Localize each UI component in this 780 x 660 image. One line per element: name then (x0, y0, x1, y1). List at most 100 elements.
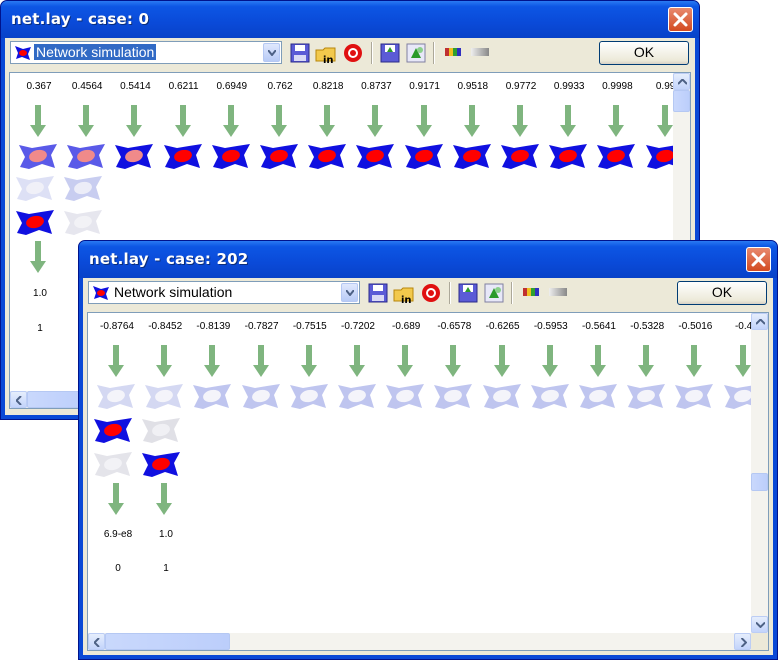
down-arrow-icon (108, 345, 124, 377)
input-unit[interactable] (63, 209, 103, 237)
svg-text:in: in (401, 295, 412, 304)
gray-scale-icon[interactable] (469, 46, 491, 58)
dropdown-button[interactable] (263, 43, 280, 62)
load-icon[interactable]: in (393, 282, 415, 304)
down-arrow-icon (463, 105, 480, 137)
unit-value: 0.6949 (216, 81, 248, 92)
output-unit[interactable] (289, 383, 329, 411)
tree-icon[interactable] (483, 282, 505, 304)
ok-button[interactable]: OK (599, 41, 689, 65)
save-icon[interactable] (289, 42, 311, 64)
down-arrow-icon (656, 105, 673, 137)
unit-value: -0.6265 (485, 321, 520, 332)
save-all-icon[interactable] (379, 42, 401, 64)
vertical-scroll-thumb[interactable] (673, 90, 690, 112)
title-bar[interactable]: net.lay - case: 202 (79, 241, 777, 278)
output-unit[interactable] (404, 143, 444, 171)
dropdown-button[interactable] (341, 283, 358, 302)
scroll-right-button[interactable] (734, 633, 751, 650)
down-arrow-icon (156, 483, 172, 515)
down-arrow-icon (78, 105, 95, 137)
output-unit[interactable] (259, 143, 299, 171)
down-arrow-icon (512, 105, 528, 137)
output-unit[interactable] (500, 143, 540, 171)
scroll-up-button[interactable] (751, 313, 768, 330)
horizontal-scrollbar[interactable] (88, 633, 751, 650)
output-unit[interactable] (18, 143, 58, 171)
down-arrow-icon (590, 345, 606, 377)
color-scale-icon[interactable] (521, 286, 543, 298)
toolbar: Network simulation in OK (83, 278, 773, 310)
output-unit[interactable] (674, 383, 714, 411)
hidden-unit[interactable] (63, 175, 103, 203)
scroll-down-button[interactable] (751, 616, 768, 633)
gray-scale-icon[interactable] (547, 286, 569, 298)
tree-icon[interactable] (405, 42, 427, 64)
unit-value-label: 6.9-e8 (103, 529, 133, 540)
output-unit[interactable] (578, 383, 618, 411)
toolbar: Network simulation in OK (5, 38, 695, 70)
scroll-left-button[interactable] (10, 391, 27, 408)
ok-button[interactable]: OK (677, 281, 767, 305)
network-view[interactable]: -0.8764 -0.8452 -0.8139 -0.7827 -0.7515 -0.72… (87, 312, 769, 651)
unit-value: -0.5328 (630, 321, 665, 332)
down-arrow-icon (541, 345, 558, 377)
output-unit[interactable] (482, 383, 522, 411)
save-all-icon[interactable] (457, 282, 479, 304)
hidden-unit[interactable] (141, 417, 181, 445)
output-unit[interactable] (596, 143, 636, 171)
unit-value: 0.6211 (168, 81, 199, 92)
output-unit[interactable] (163, 143, 203, 171)
unit-value: -0.5953 (533, 321, 568, 332)
unit-value: 0.367 (26, 81, 52, 92)
hidden-unit[interactable] (15, 175, 55, 203)
input-unit[interactable] (93, 451, 133, 479)
output-unit[interactable] (530, 383, 570, 411)
output-unit[interactable] (96, 383, 136, 411)
output-unit[interactable] (626, 383, 666, 411)
scroll-up-button[interactable] (673, 73, 690, 90)
vertical-scroll-thumb[interactable] (751, 473, 768, 491)
network-select[interactable]: Network simulation (10, 41, 282, 64)
down-arrow-icon (319, 105, 336, 137)
scroll-left-button[interactable] (88, 633, 105, 650)
network-select[interactable]: Network simulation (88, 281, 360, 304)
output-unit[interactable] (433, 383, 473, 411)
down-arrow-icon (397, 345, 414, 377)
output-unit[interactable] (385, 383, 425, 411)
output-unit[interactable] (337, 383, 377, 411)
input-unit[interactable] (141, 451, 181, 479)
output-unit[interactable] (452, 143, 492, 171)
horizontal-scroll-thumb[interactable] (105, 633, 230, 650)
down-arrow-icon (30, 241, 46, 273)
vertical-scrollbar[interactable] (751, 313, 768, 633)
output-unit[interactable] (114, 143, 154, 171)
load-icon[interactable]: in (315, 42, 337, 64)
save-icon[interactable] (367, 282, 389, 304)
color-scale-icon[interactable] (443, 46, 465, 58)
output-unit[interactable] (548, 143, 588, 171)
unit-value: 0.8737 (361, 81, 392, 92)
close-button[interactable] (668, 7, 693, 32)
scroll-corner (751, 633, 768, 650)
down-arrow-icon (108, 483, 124, 515)
output-unit[interactable] (241, 383, 281, 411)
output-unit[interactable] (192, 383, 232, 411)
down-arrow-icon (204, 345, 221, 377)
output-unit[interactable] (144, 383, 184, 411)
record-icon[interactable] (342, 42, 364, 64)
output-unit[interactable] (66, 143, 106, 171)
title-bar[interactable]: net.lay - case: 0 (1, 1, 699, 38)
unit-value: -0.7515 (292, 321, 327, 332)
hidden-unit[interactable] (93, 417, 133, 445)
record-icon[interactable] (420, 282, 442, 304)
down-arrow-icon (252, 345, 269, 377)
down-arrow-icon (174, 105, 191, 137)
close-button[interactable] (746, 247, 771, 272)
output-unit[interactable] (307, 143, 347, 171)
unit-value-label: 1.0 (33, 288, 47, 299)
unit-value-label: 0 (115, 563, 121, 574)
input-unit[interactable] (15, 209, 55, 237)
output-unit[interactable] (211, 143, 251, 171)
output-unit[interactable] (355, 143, 395, 171)
